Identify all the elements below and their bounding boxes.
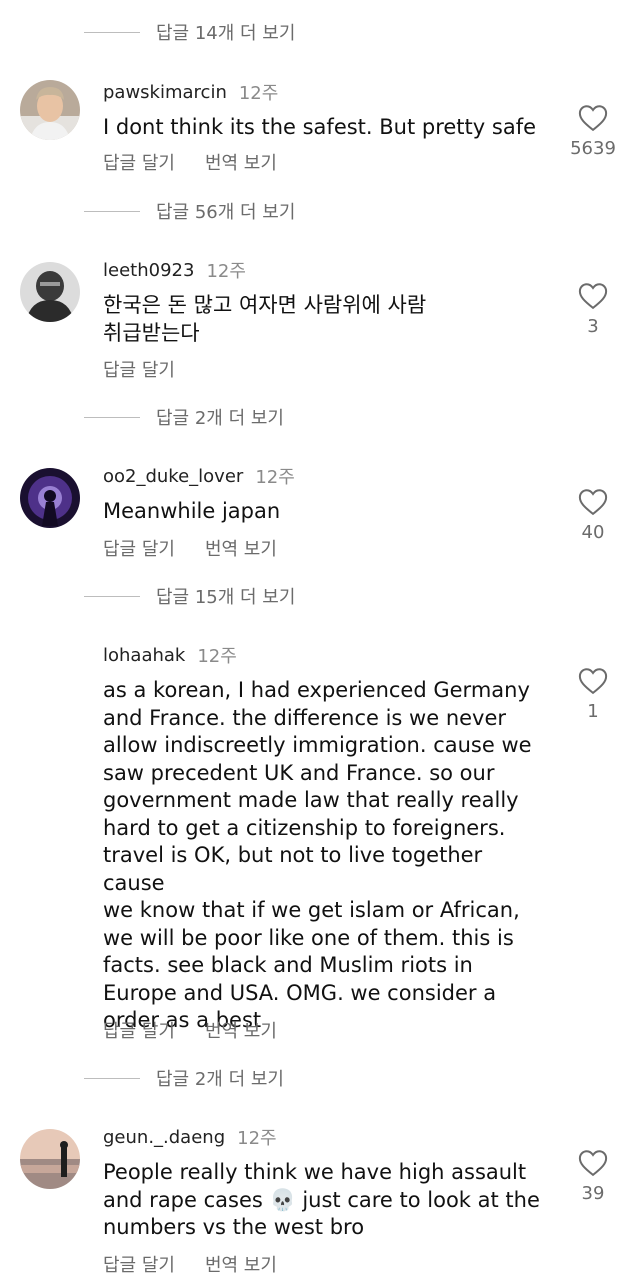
view-more-replies[interactable]: 답글 2개 더 보기 [84,405,284,429]
comment-age: 12주 [197,646,237,667]
comment-actions: 답글 달기 번역 보기 [103,150,277,174]
user-photo-icon[interactable] [20,468,80,528]
comment-age: 12주 [255,467,295,488]
like-count: 3 [587,316,599,337]
like-area: 3 [563,282,623,337]
heart-icon[interactable] [578,667,608,695]
heart-icon[interactable] [578,1149,608,1177]
comment-actions: 답글 달기 번역 보기 [103,1252,277,1276]
like-count: 5639 [570,138,616,159]
view-more-replies-label: 답글 15개 더 보기 [156,587,296,608]
username[interactable]: geun._.daeng [103,1127,225,1148]
translate-button[interactable]: 번역 보기 [205,535,277,561]
like-area: 39 [563,1149,623,1204]
reply-button[interactable]: 답글 달기 [103,1251,175,1277]
comment-text: I dont think its the safest. But pretty … [103,115,537,139]
comment-actions: 답글 달기 번역 보기 [103,1018,277,1042]
divider-line [84,31,140,33]
view-more-replies[interactable]: 답글 2개 더 보기 [84,1066,284,1090]
heart-icon[interactable] [578,282,608,310]
comment-header: pawskimarcin 12주 [103,80,279,105]
translate-button[interactable]: 번역 보기 [205,1017,277,1043]
comment-age: 12주 [206,261,246,282]
divider-line [84,1077,140,1079]
view-more-replies-label: 답글 14개 더 보기 [156,23,296,44]
comment-header: oo2_duke_lover 12주 [103,464,295,489]
like-count: 39 [581,1183,605,1204]
comment-header: geun._.daeng 12주 [103,1125,277,1150]
comment-actions: 답글 달기 [103,357,175,381]
username[interactable]: oo2_duke_lover [103,466,243,487]
comment-header: leeth0923 12주 [103,258,246,283]
comments-page: 답글 14개 더 보기 pawskimarcin 12주 I dont thin… [0,0,640,1280]
comment-text: Meanwhile japan [103,499,281,523]
like-area: 5639 [563,104,623,159]
comment-age: 12주 [237,1128,277,1149]
view-more-replies[interactable]: 답글 56개 더 보기 [84,199,295,223]
reply-button[interactable]: 답글 달기 [103,1017,175,1043]
user-photo-icon[interactable] [20,262,80,322]
comment-text: People really think we have high assault… [103,1160,540,1239]
heart-icon[interactable] [578,104,608,132]
translate-button[interactable]: 번역 보기 [205,149,277,175]
username[interactable]: lohaahak [103,645,185,666]
user-photo-icon[interactable] [20,1129,80,1189]
like-area: 40 [563,488,623,543]
divider-line [84,210,140,212]
like-count: 1 [587,701,599,722]
heart-icon[interactable] [578,488,608,516]
username[interactable]: leeth0923 [103,260,194,281]
reply-button[interactable]: 답글 달기 [103,535,175,561]
like-area: 1 [563,667,623,722]
view-more-replies-label: 답글 2개 더 보기 [156,408,284,429]
divider-line [84,416,140,418]
reply-button[interactable]: 답글 달기 [103,356,175,382]
reply-button[interactable]: 답글 달기 [103,149,175,175]
comment-text: 한국은 돈 많고 여자면 사람위에 사람 취급받는다 [103,293,427,345]
username[interactable]: pawskimarcin [103,82,227,103]
comment-text: as a korean, I had experienced Germany a… [103,678,532,1032]
view-more-replies-label: 답글 2개 더 보기 [156,1069,284,1090]
comment-actions: 답글 달기 번역 보기 [103,536,277,560]
view-more-replies[interactable]: 답글 15개 더 보기 [84,584,295,608]
comment-age: 12주 [238,83,279,104]
translate-button[interactable]: 번역 보기 [205,1251,277,1277]
view-more-replies-label: 답글 56개 더 보기 [156,202,296,223]
divider-line [84,595,140,597]
like-count: 40 [581,522,605,543]
user-photo-icon[interactable] [20,80,80,140]
view-more-replies[interactable]: 답글 14개 더 보기 [84,20,295,44]
comment-header: lohaahak 12주 [103,643,237,668]
